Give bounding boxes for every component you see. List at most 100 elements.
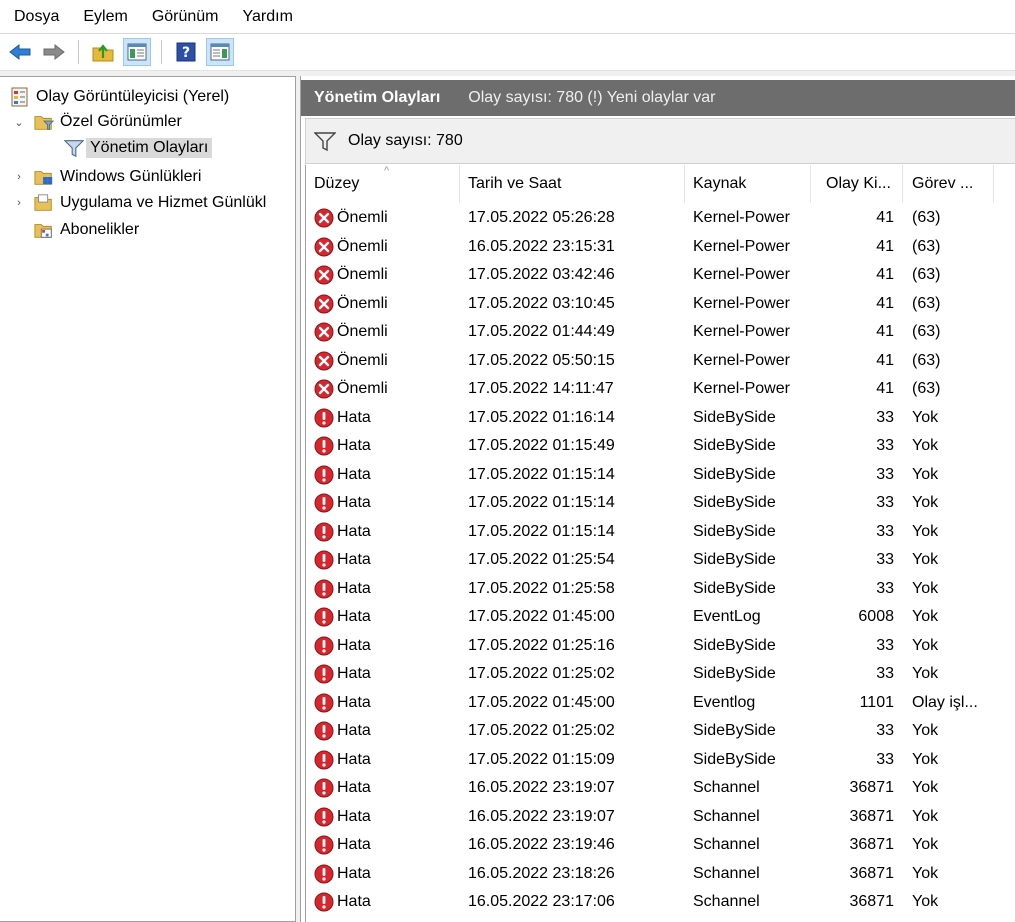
cell-level: Hata: [314, 689, 464, 718]
error-icon: [314, 408, 334, 428]
table-row[interactable]: Önemli 16.05.2022 23:15:31 Kernel-Power 41 (…: [306, 233, 1015, 262]
cell-event-id: 41: [876, 351, 894, 369]
column-header-task[interactable]: Görev ...: [912, 165, 994, 203]
cell-level: Hata: [314, 603, 464, 632]
error-icon: [314, 607, 334, 627]
table-row[interactable]: Hata 17.05.2022 01:16:14 SideBySide 33 Yok: [306, 404, 1015, 433]
table-row[interactable]: Hata 16.05.2022 23:18:26 Schannel 36871 Yok: [306, 860, 1015, 889]
error-icon: [314, 436, 334, 456]
tree-item-custom-views[interactable]: ⌄ Özel Görünümler: [12, 109, 182, 135]
cell-level: Hata: [314, 774, 464, 803]
up-folder-icon: [92, 44, 114, 62]
table-row[interactable]: Hata 17.05.2022 01:25:02 SideBySide 33 Yok: [306, 660, 1015, 689]
cell-source: SideBySide: [693, 665, 776, 683]
table-row[interactable]: Hata 17.05.2022 01:45:00 EventLog 6008 Yok: [306, 603, 1015, 632]
show-hide-tree-icon: [127, 43, 147, 61]
show-hide-action-pane-button[interactable]: [206, 38, 234, 66]
cell-level: Hata: [314, 888, 464, 917]
cell-source: SideBySide: [693, 636, 776, 654]
cell-source: Schannel: [693, 864, 760, 882]
cell-task: Olay işl...: [912, 693, 978, 711]
folder-windows-icon: [34, 167, 54, 187]
table-row[interactable]: Önemli 17.05.2022 05:26:28 Kernel-Power 41 (…: [306, 204, 1015, 233]
table-row[interactable]: Önemli 17.05.2022 05:50:15 Kernel-Power 41 (…: [306, 347, 1015, 376]
cell-date: 17.05.2022 01:15:14: [468, 494, 615, 512]
table-row[interactable]: Hata 16.05.2022 23:17:06 Schannel 36871 Yok: [306, 888, 1015, 917]
menu-view[interactable]: Görünüm: [152, 0, 219, 33]
help-button[interactable]: ?: [172, 38, 200, 66]
table-row[interactable]: Önemli 17.05.2022 01:44:49 Kernel-Power 41 (…: [306, 318, 1015, 347]
table-row[interactable]: Hata 17.05.2022 01:25:02 SideBySide 33 Yok: [306, 717, 1015, 746]
cell-level: Hata: [314, 803, 464, 832]
cell-source: Kernel-Power: [693, 323, 790, 341]
menu-help[interactable]: Yardım: [243, 0, 293, 33]
cell-event-id: 36871: [849, 893, 895, 911]
critical-icon: [314, 208, 334, 228]
table-row[interactable]: Önemli 17.05.2022 03:42:46 Kernel-Power 41 (…: [306, 261, 1015, 290]
tree-item-windows-logs[interactable]: › Windows Günlükleri: [12, 164, 201, 190]
level-text: Hata: [337, 608, 371, 626]
tree-item-label: Yönetim Olayları: [86, 138, 213, 158]
filter-bar: Olay sayısı: 780: [305, 118, 1015, 164]
cell-task: Yok: [912, 408, 939, 426]
cell-event-id: 33: [876, 437, 894, 455]
tree-item-app-service-logs[interactable]: › Uygulama ve Hizmet Günlükl: [12, 190, 266, 216]
column-header-date[interactable]: Tarih ve Saat: [468, 165, 685, 203]
cell-event-id: 33: [876, 522, 894, 540]
column-header-source[interactable]: Kaynak: [693, 165, 811, 203]
table-row[interactable]: Hata 17.05.2022 01:15:14 SideBySide 33 Yok: [306, 461, 1015, 490]
forward-button[interactable]: [40, 38, 68, 66]
back-button[interactable]: [6, 38, 34, 66]
chevron-right-icon[interactable]: ›: [12, 196, 26, 210]
table-row[interactable]: Hata 17.05.2022 01:25:58 SideBySide 33 Yok: [306, 575, 1015, 604]
cell-event-id: 33: [876, 636, 894, 654]
table-row[interactable]: Hata 16.05.2022 23:19:07 Schannel 36871 Yok: [306, 803, 1015, 832]
cell-task: (63): [912, 323, 941, 341]
cell-level: Hata: [314, 461, 464, 490]
table-row[interactable]: Önemli 17.05.2022 03:10:45 Kernel-Power 41 (…: [306, 290, 1015, 319]
cell-level: Hata: [314, 831, 464, 860]
toolbar: ?: [0, 34, 1015, 70]
table-row[interactable]: Önemli 17.05.2022 14:11:47 Kernel-Power 41 (…: [306, 375, 1015, 404]
table-row[interactable]: Hata 17.05.2022 01:45:00 Eventlog 1101 Olay …: [306, 689, 1015, 718]
tree-item-subscriptions[interactable]: Abonelikler: [34, 217, 139, 243]
cell-level: Hata: [314, 746, 464, 775]
up-folder-button[interactable]: [89, 38, 117, 66]
table-row[interactable]: Hata 17.05.2022 01:25:54 SideBySide 33 Yok: [306, 546, 1015, 575]
cell-event-id: 33: [876, 722, 894, 740]
cell-date: 17.05.2022 01:15:14: [468, 522, 615, 540]
menu-action[interactable]: Eylem: [83, 0, 127, 33]
table-row[interactable]: Hata 17.05.2022 01:15:14 SideBySide 33 Yok: [306, 489, 1015, 518]
cell-source: SideBySide: [693, 750, 776, 768]
table-row[interactable]: Hata 17.05.2022 01:15:14 SideBySide 33 Yok: [306, 518, 1015, 547]
cell-event-id: 33: [876, 494, 894, 512]
tree-item-admin-events[interactable]: Yönetim Olayları: [64, 135, 213, 161]
tree-item-root[interactable]: Olay Görüntüleyicisi (Yerel): [10, 84, 229, 110]
cell-event-id: 33: [876, 750, 894, 768]
cell-level: Önemli: [314, 204, 464, 233]
tree-item-label: Özel Görünümler: [60, 113, 182, 130]
table-row[interactable]: Hata 17.05.2022 01:15:09 SideBySide 33 Yok: [306, 746, 1015, 775]
show-hide-tree-button[interactable]: [123, 38, 151, 66]
error-icon: [314, 579, 334, 599]
cell-date: 17.05.2022 01:25:58: [468, 579, 615, 597]
cell-date: 17.05.2022 01:25:02: [468, 665, 615, 683]
menu-file[interactable]: Dosya: [14, 0, 59, 33]
column-header-event-id[interactable]: Olay Ki...: [826, 165, 903, 203]
level-text: Hata: [337, 636, 371, 654]
cell-task: (63): [912, 237, 941, 255]
cell-event-id: 1101: [859, 693, 894, 711]
chevron-down-icon[interactable]: ⌄: [12, 115, 26, 129]
cell-source: SideBySide: [693, 494, 776, 512]
table-row[interactable]: Hata 17.05.2022 01:25:16 SideBySide 33 Yok: [306, 632, 1015, 661]
cell-date: 17.05.2022 01:25:16: [468, 636, 615, 654]
cell-event-id: 33: [876, 551, 894, 569]
level-text: Hata: [337, 437, 371, 455]
table-row[interactable]: Hata 17.05.2022 01:15:49 SideBySide 33 Yok: [306, 432, 1015, 461]
chevron-right-icon[interactable]: ›: [12, 170, 26, 184]
column-header-label: Tarih ve Saat: [468, 175, 562, 192]
level-text: Önemli: [337, 323, 388, 341]
table-row[interactable]: Hata 16.05.2022 23:19:46 Schannel 36871 Yok: [306, 831, 1015, 860]
column-header-level[interactable]: ^ Düzey: [314, 165, 460, 203]
table-row[interactable]: Hata 16.05.2022 23:19:07 Schannel 36871 Yok: [306, 774, 1015, 803]
